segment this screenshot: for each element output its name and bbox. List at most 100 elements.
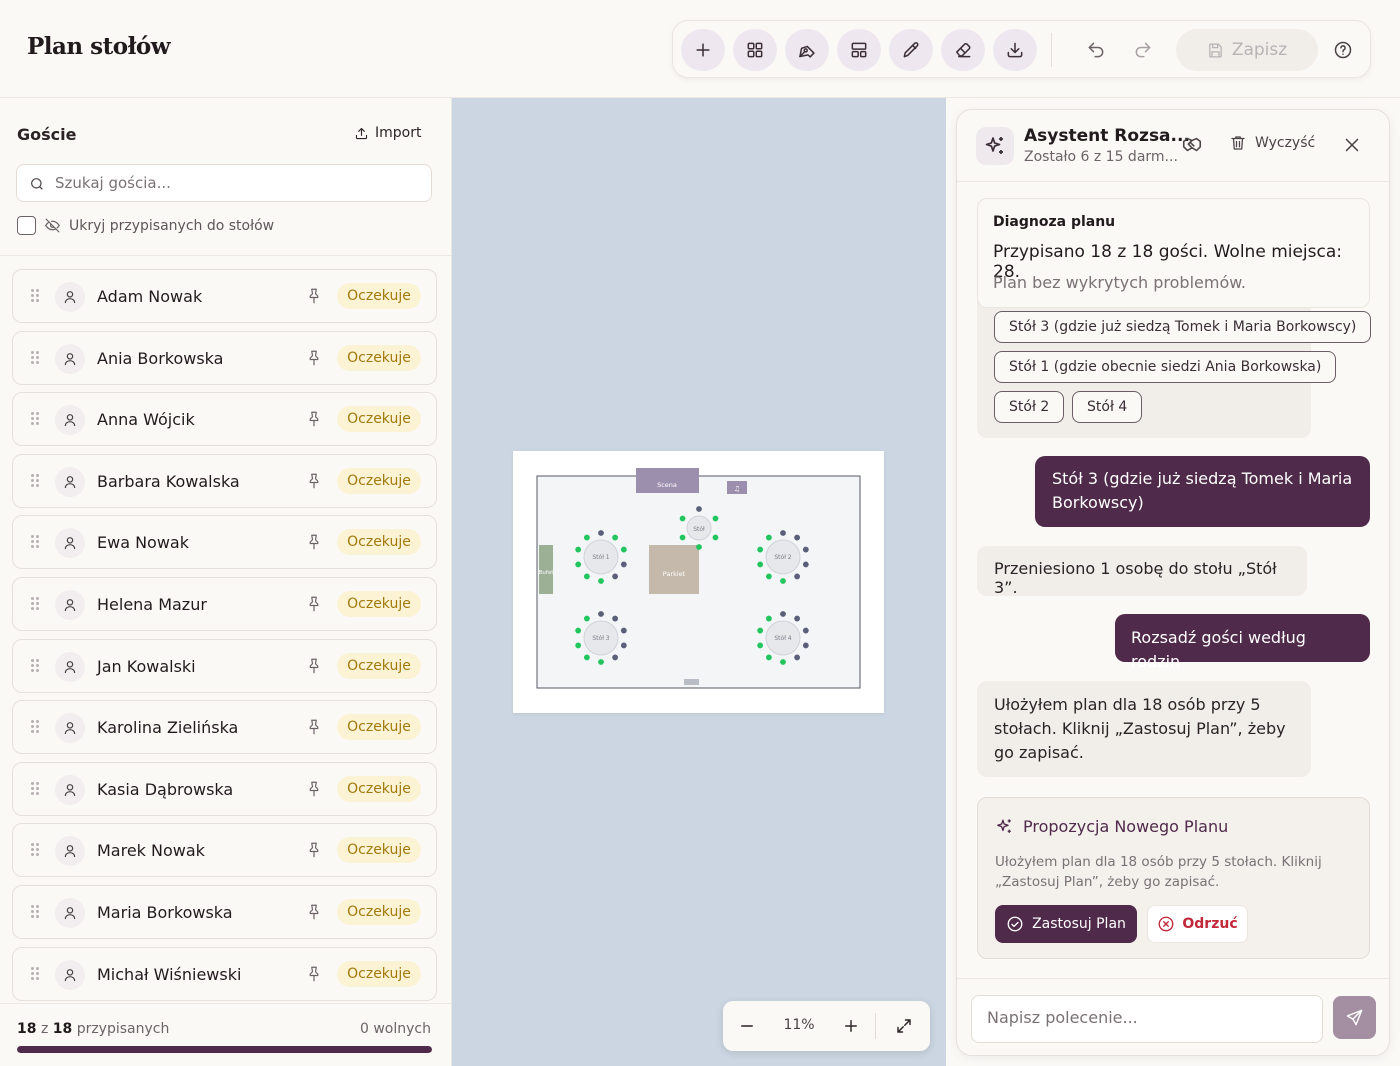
search-input[interactable] <box>55 165 425 201</box>
seat[interactable] <box>575 627 582 634</box>
guest-row[interactable]: Ania Borkowska Oczekuje <box>12 330 437 385</box>
help-button[interactable] <box>1323 29 1363 71</box>
drag-handle-icon[interactable] <box>31 535 39 549</box>
pin-icon[interactable] <box>305 533 323 551</box>
pin-icon[interactable] <box>305 595 323 613</box>
pin-icon[interactable] <box>305 780 323 798</box>
seat[interactable] <box>575 546 582 553</box>
seat[interactable] <box>612 654 619 661</box>
seat[interactable] <box>583 573 590 580</box>
pin-icon[interactable] <box>305 965 323 983</box>
pin-icon[interactable] <box>305 903 323 921</box>
zoom-in-button[interactable] <box>835 1010 867 1042</box>
seat[interactable] <box>598 611 604 617</box>
layout-template-button[interactable] <box>837 29 881 71</box>
redo-button[interactable] <box>1123 29 1163 71</box>
import-button[interactable]: Import <box>354 125 421 141</box>
option-chip-table-2[interactable]: Stół 2 <box>994 391 1065 423</box>
drag-handle-icon[interactable] <box>31 843 39 857</box>
hide-assigned-toggle[interactable]: Ukryj przypisanych do stołów <box>17 216 274 235</box>
seat[interactable] <box>794 534 801 541</box>
drag-handle-icon[interactable] <box>31 473 39 488</box>
grid-view-button[interactable] <box>733 29 777 71</box>
drag-handle-icon[interactable] <box>31 289 39 303</box>
seat[interactable] <box>612 615 619 622</box>
seat[interactable] <box>780 611 786 617</box>
seat[interactable] <box>765 615 772 622</box>
guest-row[interactable]: Helena Mazur Oczekuje <box>12 577 437 631</box>
save-button[interactable]: Zapisz <box>1176 29 1318 71</box>
guest-row[interactable]: Jan Kowalski Oczekuje <box>12 638 437 693</box>
draw-tool-button[interactable] <box>785 29 829 71</box>
pin-icon[interactable] <box>305 657 323 675</box>
seat[interactable] <box>757 561 764 568</box>
guest-row[interactable]: Anna Wójcik Oczekuje <box>12 392 437 447</box>
seat[interactable] <box>612 534 619 541</box>
close-assistant-button[interactable] <box>1341 134 1363 156</box>
seat[interactable] <box>712 534 719 541</box>
seat[interactable] <box>757 642 764 649</box>
seat[interactable] <box>583 615 590 622</box>
seat[interactable] <box>794 573 801 580</box>
option-chip-table-3[interactable]: Stół 3 (gdzie już siedzą Tomek i Maria B… <box>994 311 1372 343</box>
guest-row[interactable]: Marek Nowak Oczekuje <box>12 823 437 878</box>
send-button[interactable] <box>1333 996 1376 1039</box>
drag-handle-icon[interactable] <box>31 905 39 919</box>
reject-plan-button[interactable]: Odrzuć <box>1147 905 1248 943</box>
seat[interactable] <box>583 534 590 541</box>
drag-handle-icon[interactable] <box>31 966 39 981</box>
seat[interactable] <box>598 659 604 665</box>
seat[interactable] <box>765 573 772 580</box>
drag-handle-icon[interactable] <box>31 781 39 796</box>
floor-plan-sheet[interactable]: Scena ♫ Bufet Parkiet Stół Stół 1 Stół 2… <box>513 451 884 713</box>
seat[interactable] <box>780 659 786 665</box>
pin-icon[interactable] <box>305 349 323 367</box>
drag-handle-icon[interactable] <box>31 597 39 611</box>
pin-icon[interactable] <box>305 841 323 859</box>
guest-row[interactable]: Adam Nowak Oczekuje <box>12 269 437 323</box>
seat[interactable] <box>620 546 627 553</box>
pin-icon[interactable] <box>305 718 323 736</box>
seat[interactable] <box>620 642 627 649</box>
seat[interactable] <box>575 561 582 568</box>
seat[interactable] <box>757 546 764 553</box>
seat[interactable] <box>802 546 809 553</box>
seat[interactable] <box>583 654 590 661</box>
seat[interactable] <box>802 561 809 568</box>
option-chip-table-1[interactable]: Stół 1 (gdzie obecnie siedzi Ania Borkow… <box>994 351 1337 383</box>
clear-chat-button[interactable]: Wyczyść <box>1229 134 1315 152</box>
seat[interactable] <box>802 642 809 649</box>
seat[interactable] <box>696 544 702 550</box>
seat[interactable] <box>765 534 772 541</box>
seat[interactable] <box>612 573 619 580</box>
guest-row[interactable]: Ewa Nowak Oczekuje <box>12 515 437 570</box>
drag-handle-icon[interactable] <box>31 350 39 365</box>
seat[interactable] <box>802 627 809 634</box>
floor-plan-canvas[interactable]: Scena ♫ Bufet Parkiet Stół Stół 1 Stół 2… <box>452 98 946 1066</box>
fullscreen-button[interactable] <box>888 1010 920 1042</box>
seat[interactable] <box>757 627 764 634</box>
seat[interactable] <box>780 530 786 536</box>
drag-handle-icon[interactable] <box>31 658 39 673</box>
seat[interactable] <box>679 515 686 522</box>
seat[interactable] <box>598 578 604 584</box>
apply-plan-button[interactable]: Zastosuj Plan <box>995 905 1137 943</box>
undo-button[interactable] <box>1076 29 1116 71</box>
seat[interactable] <box>620 561 627 568</box>
pin-icon[interactable] <box>305 287 323 305</box>
option-chip-table-4[interactable]: Stół 4 <box>1072 391 1143 423</box>
drag-handle-icon[interactable] <box>31 412 39 426</box>
seat[interactable] <box>794 654 801 661</box>
guest-row[interactable]: Karolina Zielińska Oczekuje <box>12 700 437 755</box>
edit-button[interactable] <box>889 29 933 71</box>
seat[interactable] <box>598 530 604 536</box>
hide-assigned-checkbox[interactable] <box>17 216 36 235</box>
seat[interactable] <box>712 515 719 522</box>
guest-row[interactable]: Maria Borkowska Oczekuje <box>12 885 437 939</box>
seat[interactable] <box>794 615 801 622</box>
download-button[interactable] <box>993 29 1037 71</box>
pin-icon[interactable] <box>305 410 323 428</box>
guest-row[interactable]: Michał Wiśniewski Oczekuje <box>12 946 437 1001</box>
guest-row[interactable]: Barbara Kowalska Oczekuje <box>12 453 437 508</box>
pin-icon[interactable] <box>305 472 323 490</box>
